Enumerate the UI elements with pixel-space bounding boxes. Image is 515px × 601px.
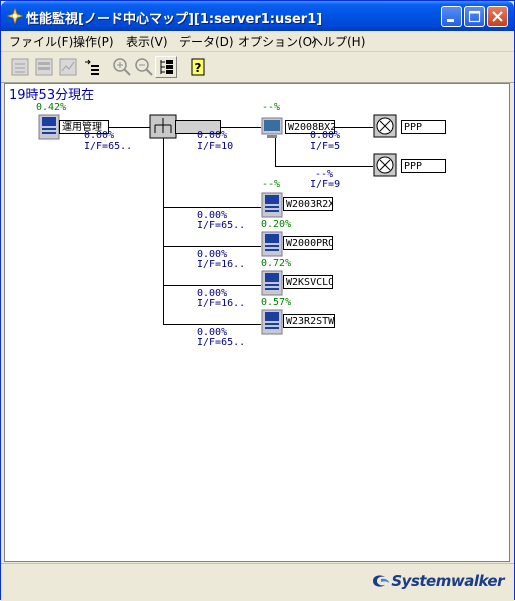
help-icon: ? [191,58,205,76]
systemwalker-logo-icon [373,575,390,587]
link-ppp2-iface: I/F=9 [310,179,341,190]
maximize-icon [468,10,481,23]
app-window: 性能監視[ノード中心マップ][1:server1:user1] ファイル(F) … [0,0,515,601]
hierarchy-icon [160,60,173,74]
close-icon [492,11,503,22]
link-child-3-iface: I/F=16.. [197,298,246,309]
systemwalker-logo: Systemwalker [371,569,504,593]
minimize-button[interactable] [441,6,462,27]
systemwalker-logo-text: Systemwalker [391,572,504,590]
link-root-hub-iface: I/F=65.. [84,141,133,152]
menu-file[interactable]: ファイル(F) [9,33,73,50]
link-hub-w2008-load: 0.00% [197,130,228,141]
link-trunk-child-3 [163,285,261,286]
child-2-load: 0.20% [261,219,292,230]
graph-view-icon [59,58,77,76]
link-trunk-child-1 [163,207,261,208]
link-child-1-iface: I/F=65.. [197,220,246,231]
child-4-load: 0.57% [261,297,292,308]
link-child-4-iface: I/F=65.. [197,337,246,348]
node-label-child-1[interactable]: W2003R2X [283,197,333,211]
zoom-in-icon [113,58,131,76]
graph-view-button[interactable] [57,56,79,78]
monitor-icon[interactable] [261,116,283,142]
menu-bar: ファイル(F) 操作(P) 表示(V) データ(D) オプション(O) ヘルプ(… [1,31,514,52]
zoom-in-button[interactable] [111,56,133,78]
link-hub-w2008-iface: I/F=10 [197,141,234,152]
title-bar[interactable]: 性能監視[ノード中心マップ][1:server1:user1] [1,1,514,31]
root-load: 0.42% [36,102,67,113]
node-label-child-4[interactable]: W23R2STW [283,314,335,328]
node-view-icon [11,58,29,76]
tree-arrow-button[interactable] [81,56,103,78]
menu-options[interactable]: オプション(O) [238,33,317,50]
server-icon[interactable] [261,309,283,335]
menu-operation[interactable]: 操作(P) [73,33,114,50]
menu-data[interactable]: データ(D) [179,33,234,50]
child-1-load: --% [262,179,281,190]
server-icon[interactable] [261,270,283,296]
link-trunk-child-4 [163,324,261,325]
help-button[interactable]: ? [187,56,209,78]
child-3-load: 0.72% [261,258,292,269]
server-icon[interactable] [261,192,283,218]
router-icon[interactable] [373,153,397,177]
node-label-ppp1[interactable]: PPP [401,120,446,134]
list-view-icon [35,58,53,76]
link-ppp1-load: 0.00% [310,130,341,141]
server-icon[interactable] [38,114,60,140]
list-view-button[interactable] [33,56,55,78]
link-child-2-iface: I/F=16.. [197,259,246,270]
zoom-out-icon [135,58,153,76]
hub-icon[interactable] [149,114,177,139]
link-w2008-ppp2 [275,166,373,167]
link-root-hub-load: 0.00% [84,130,115,141]
node-label-ppp2[interactable]: PPP [401,159,446,173]
app-icon [7,8,23,24]
menu-view[interactable]: 表示(V) [126,33,168,50]
node-label-child-3[interactable]: W2KSVCLO [283,275,333,289]
node-view-button[interactable] [9,56,31,78]
tree-arrow-icon [85,59,99,75]
zoom-out-button[interactable] [133,56,155,78]
menu-help[interactable]: ヘルプ(H) [311,33,365,50]
maximize-button[interactable] [464,6,485,27]
close-button[interactable] [487,6,508,27]
hierarchy-button[interactable] [155,56,177,78]
minimize-icon [447,19,454,22]
timestamp-label: 19時53分現在 [9,88,95,103]
status-bar: Systemwalker [1,563,514,601]
server-icon[interactable] [261,231,283,257]
svg-text:?: ? [195,61,202,75]
w2008-load: --% [262,102,281,113]
node-label-child-2[interactable]: W2000PRO [283,236,333,250]
link-ppp1-iface: I/F=5 [310,141,341,152]
router-icon[interactable] [373,114,397,138]
toolbar: ? [1,52,514,83]
trunk-line [163,136,164,324]
link-trunk-child-2 [163,246,261,247]
node-map-canvas[interactable]: 19時53分現在 0.42% 運用管理 0.00% I/F=65.. 0.00%… [4,83,510,562]
window-title: 性能監視[ノード中心マップ][1:server1:user1] [26,12,323,27]
